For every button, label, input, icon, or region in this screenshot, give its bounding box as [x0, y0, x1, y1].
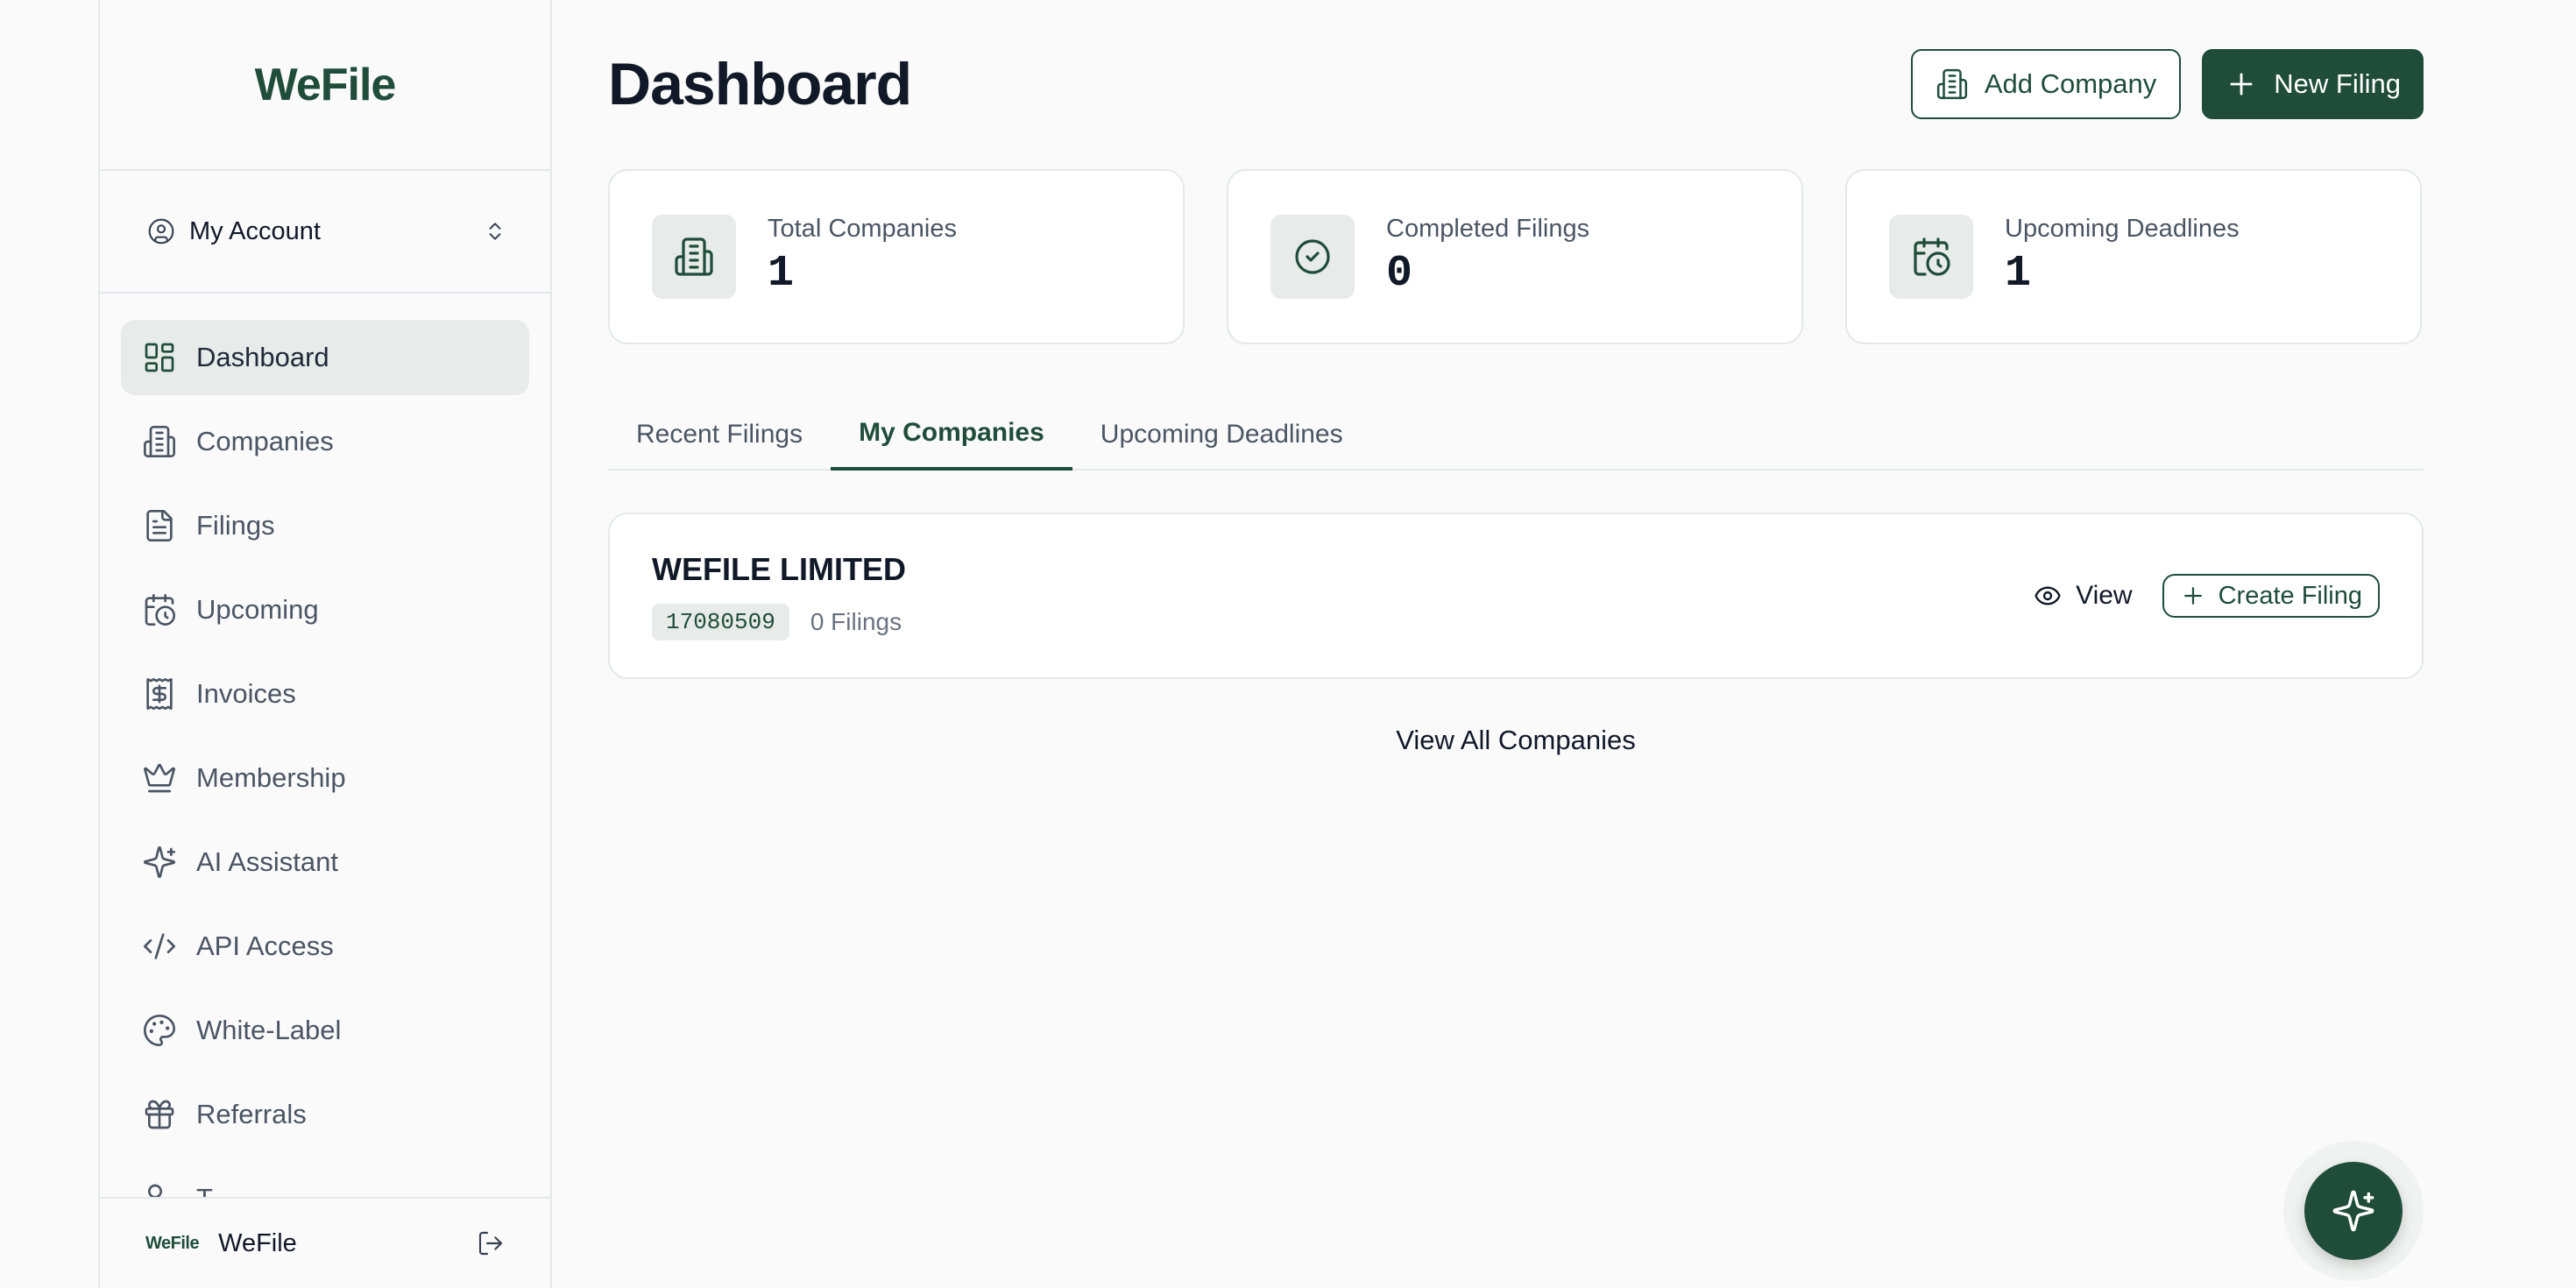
stat-card-completed-filings: Completed Filings 0 — [1227, 169, 1803, 344]
sidebar-item-ai-assistant[interactable]: AI Assistant — [121, 824, 529, 900]
sparkles-icon — [142, 845, 177, 880]
plus-icon — [2225, 67, 2258, 101]
account-label: My Account — [189, 216, 321, 245]
sidebar-item-referrals[interactable]: Referrals — [121, 1077, 529, 1152]
sidebar-item-invoices[interactable]: Invoices — [121, 656, 529, 732]
company-info: WEFILE LIMITED 17080509 0 Filings — [652, 551, 906, 640]
stat-card-total-companies: Total Companies 1 — [608, 169, 1185, 344]
gift-icon — [142, 1097, 177, 1132]
sidebar-item-label: Filings — [196, 510, 275, 541]
logo[interactable]: WeFile — [255, 59, 397, 111]
header-actions: Add Company New Filing — [1910, 49, 2424, 119]
main-content: Dashboard Add Company New Filing Total C… — [608, 0, 2424, 756]
create-filing-label: Create Filing — [2218, 581, 2362, 610]
add-company-button[interactable]: Add Company — [1910, 49, 2182, 119]
sidebar-footer: WeFile WeFile — [100, 1197, 550, 1288]
tab-upcoming-deadlines[interactable]: Upcoming Deadlines — [1072, 399, 1371, 471]
company-filings-count: 0 Filings — [810, 608, 902, 635]
sidebar-item-label: Dashboard — [196, 342, 329, 372]
footer-account-name: WeFile — [218, 1228, 297, 1257]
dashboard-tabs: Recent Filings My Companies Upcoming Dea… — [608, 399, 2424, 471]
user-circle-icon — [147, 217, 175, 245]
ai-assistant-fab[interactable] — [2304, 1162, 2403, 1260]
file-icon — [142, 508, 177, 543]
sparkles-icon — [2331, 1188, 2376, 1234]
sidebar-item-label: White-Label — [196, 1015, 342, 1045]
company-number-badge: 17080509 — [652, 604, 789, 640]
stat-value: 1 — [768, 249, 795, 299]
calendar-clock-icon — [1889, 215, 1973, 299]
calendar-clock-icon — [142, 592, 177, 627]
company-card: WEFILE LIMITED 17080509 0 Filings View C… — [608, 513, 2424, 679]
stat-value: 1 — [2005, 249, 2032, 299]
company-meta: 17080509 0 Filings — [652, 604, 906, 640]
sidebar-item-label: Membership — [196, 762, 346, 793]
check-circle-icon — [1270, 215, 1355, 299]
stat-label: Upcoming Deadlines — [2005, 215, 2240, 243]
sidebar-item-membership[interactable]: Membership — [121, 740, 529, 816]
sidebar-header: WeFile — [100, 0, 550, 171]
view-label: View — [2076, 581, 2133, 610]
dashboard-icon — [142, 340, 177, 375]
footer-logo: WeFile — [145, 1233, 200, 1253]
account-switcher[interactable]: My Account — [100, 171, 550, 294]
view-company-button[interactable]: View — [2034, 581, 2133, 611]
ai-assistant-fab-container — [2283, 1141, 2424, 1281]
sidebar-item-label: API Access — [196, 931, 334, 961]
view-all-companies-link[interactable]: View All Companies — [608, 725, 2424, 756]
page-title: Dashboard — [608, 51, 912, 117]
eye-icon — [2034, 582, 2062, 610]
stats-row: Total Companies 1 Completed Filings 0 Up… — [608, 169, 2424, 344]
building-icon — [142, 424, 177, 459]
stat-label: Completed Filings — [1386, 215, 1590, 243]
tab-my-companies[interactable]: My Companies — [831, 399, 1072, 471]
sidebar-item-label: Referrals — [196, 1099, 307, 1129]
stat-card-upcoming-deadlines: Upcoming Deadlines 1 — [1845, 169, 2422, 344]
chevrons-up-down-icon — [484, 220, 506, 243]
sidebar-item-upcoming[interactable]: Upcoming — [121, 572, 529, 648]
sidebar-item-white-label[interactable]: White-Label — [121, 993, 529, 1068]
building-icon — [1936, 67, 1969, 101]
sidebar-item-label: Companies — [196, 426, 334, 456]
invoice-icon — [142, 676, 177, 711]
sidebar-item-companies[interactable]: Companies — [121, 404, 529, 479]
stat-label: Total Companies — [768, 215, 957, 243]
logout-icon[interactable] — [477, 1229, 505, 1257]
company-actions: View Create Filing — [2034, 574, 2380, 618]
building-icon — [652, 215, 736, 299]
palette-icon — [142, 1013, 177, 1048]
sidebar-item-label: AI Assistant — [196, 846, 338, 877]
sidebar-nav: Dashboard Companies Filings Upcoming Inv… — [100, 294, 550, 1236]
crown-icon — [142, 761, 177, 796]
sidebar-item-label: Upcoming — [196, 594, 319, 625]
sidebar-item-dashboard[interactable]: Dashboard — [121, 320, 529, 395]
stat-value: 0 — [1386, 249, 1413, 299]
sidebar: WeFile My Account Dashboard Companies Fi… — [98, 0, 552, 1288]
sidebar-item-filings[interactable]: Filings — [121, 488, 529, 563]
create-filing-button[interactable]: Create Filing — [2162, 574, 2380, 618]
add-company-label: Add Company — [1984, 68, 2157, 99]
company-name[interactable]: WEFILE LIMITED — [652, 551, 906, 588]
sidebar-item-api-access[interactable]: API Access — [121, 909, 529, 984]
plus-icon — [2180, 583, 2206, 609]
new-filing-button[interactable]: New Filing — [2202, 49, 2424, 119]
code-icon — [142, 929, 177, 964]
sidebar-item-label: Invoices — [196, 678, 296, 709]
tab-recent-filings[interactable]: Recent Filings — [608, 399, 831, 471]
new-filing-label: New Filing — [2274, 68, 2401, 99]
page-header: Dashboard Add Company New Filing — [608, 0, 2424, 184]
